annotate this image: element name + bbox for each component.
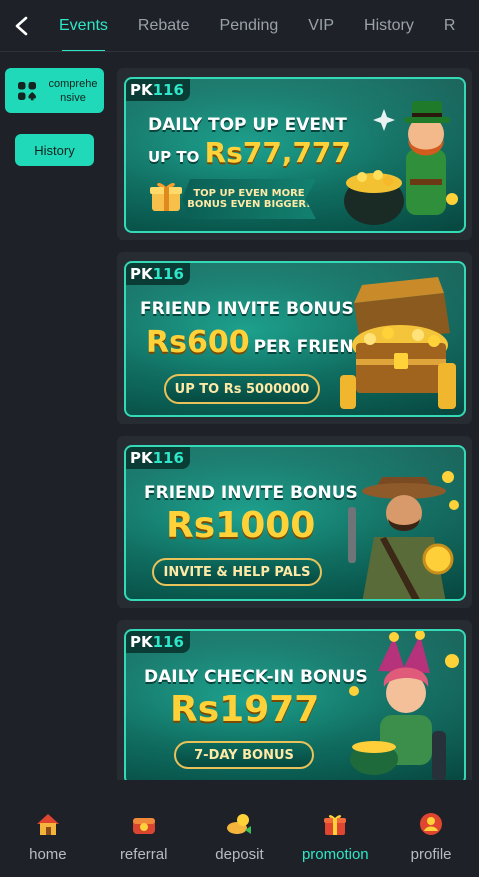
tab-events[interactable]: Events — [44, 0, 123, 51]
jester-illustration — [349, 631, 459, 780]
brand-badge: PK116 — [126, 631, 190, 653]
tab-pending[interactable]: Pending — [205, 0, 294, 51]
grid-spade-icon — [18, 81, 36, 100]
event-banner-daily-check-in[interactable]: PK116 DAILY CHECK-IN BONUS Rs1977 7-DAY … — [124, 629, 466, 780]
tab-history[interactable]: History — [349, 0, 429, 51]
event-card[interactable]: PK116 FRIEND INVITE BONUS Rs600 PER FRIEN… — [117, 252, 472, 424]
promotions-page: Events Rebate Pending VIP History R comp… — [0, 0, 479, 877]
treasure-chest-illustration — [340, 277, 456, 409]
banner-title: DAILY TOP UP EVENT — [148, 115, 347, 135]
back-button[interactable] — [0, 0, 44, 51]
gift-icon — [324, 815, 347, 835]
history-button[interactable]: History — [15, 134, 94, 166]
banner-title: FRIEND INVITE BONUS — [144, 483, 358, 503]
event-card[interactable]: PK116 DAILY TOP UP EVENT UP TO Rs77,777 … — [117, 68, 472, 240]
nav-home[interactable]: home — [0, 800, 96, 877]
category-sidebar: comprehensive History — [0, 53, 110, 793]
deposit-icon — [227, 814, 252, 834]
nav-referral-label: referral — [119, 846, 168, 863]
tab-overflow[interactable]: R — [429, 0, 471, 51]
tab-list: Events Rebate Pending VIP History R — [44, 0, 471, 51]
brand-badge: PK116 — [126, 447, 190, 469]
nav-profile-label: profile — [410, 846, 452, 863]
category-comprehensive-button[interactable]: comprehensive — [5, 68, 104, 113]
banner-amount-line: UP TO Rs77,777 — [148, 136, 351, 169]
banner-amount: Rs1977 — [170, 689, 320, 730]
event-banner-daily-top-up[interactable]: PK116 DAILY TOP UP EVENT UP TO Rs77,777 … — [124, 77, 466, 233]
referral-icon — [132, 818, 155, 834]
top-tab-bar: Events Rebate Pending VIP History R — [0, 0, 479, 52]
event-banner-friend-invite-600[interactable]: PK116 FRIEND INVITE BONUS Rs600 PER FRIEN… — [124, 261, 466, 417]
brand-badge: PK116 — [126, 79, 190, 101]
brand-badge: PK116 — [126, 263, 190, 285]
nav-deposit[interactable]: deposit — [192, 800, 288, 877]
tab-rebate[interactable]: Rebate — [123, 0, 205, 51]
nav-deposit-label: deposit — [215, 846, 264, 863]
gift-box-icon — [150, 182, 182, 211]
chevron-left-icon — [15, 16, 28, 35]
banner-title: FRIEND INVITE BONUS — [140, 299, 354, 319]
tab-vip[interactable]: VIP — [293, 0, 349, 51]
banner-pill: INVITE & HELP PALS — [152, 558, 322, 586]
event-card[interactable]: PK116 DAILY CHECK-IN BONUS Rs1977 7-DAY … — [117, 620, 472, 780]
nav-referral[interactable]: referral — [96, 800, 192, 877]
home-icon — [36, 814, 59, 835]
bottom-navigation: home referral deposit promotion profile — [0, 800, 479, 877]
event-banner-friend-invite-1000[interactable]: PK116 FRIEND INVITE BONUS Rs1000 INVITE … — [124, 445, 466, 601]
event-list: PK116 DAILY TOP UP EVENT UP TO Rs77,777 … — [117, 68, 472, 780]
category-label: comprehensive — [48, 77, 98, 104]
leprechaun-illustration — [344, 101, 458, 225]
event-card[interactable]: PK116 FRIEND INVITE BONUS Rs1000 INVITE … — [117, 436, 472, 608]
promo-ribbon: TOP UP EVEN MORE BONUS EVEN BIGGER! — [182, 179, 316, 219]
nav-home-label: home — [29, 846, 67, 863]
banner-amount: Rs1000 — [166, 505, 316, 546]
nav-promotion[interactable]: promotion — [287, 800, 383, 877]
banner-pill: 7-DAY BONUS — [174, 741, 314, 769]
banner-pill: UP TO Rs 5000000 — [164, 374, 320, 404]
explorer-illustration — [348, 471, 459, 599]
nav-profile[interactable]: profile — [383, 800, 479, 877]
nav-promotion-label: promotion — [301, 846, 369, 863]
profile-icon — [420, 813, 443, 835]
